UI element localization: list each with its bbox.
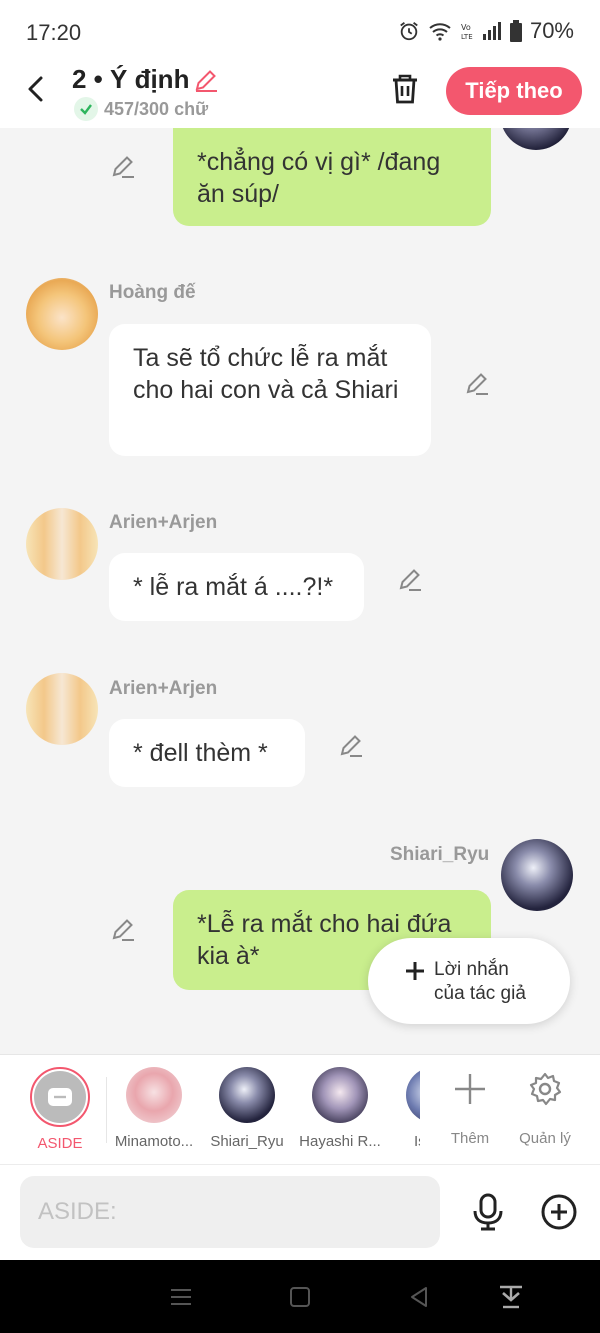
manage-characters-button[interactable]: Quản lý <box>510 1071 580 1147</box>
avatar[interactable] <box>26 278 98 350</box>
avatar <box>406 1067 420 1123</box>
chat-area[interactable]: *chẳng có vị gì* /đang ăn súp/ Hoàng đế … <box>0 128 600 1054</box>
edit-message-icon[interactable] <box>110 153 136 179</box>
more-label: Thêm <box>450 1130 490 1147</box>
message-text: * đell thèm * <box>133 739 268 767</box>
character-label: Shiari_Ryu <box>210 1133 284 1150</box>
battery-icon <box>509 20 522 42</box>
add-character-button[interactable]: Thêm <box>435 1071 505 1147</box>
message-bubble[interactable]: Ta sẽ tổ chức lễ ra mắt cho hai con và c… <box>109 324 431 456</box>
author-note-label: Lời nhắn của tác giả <box>434 959 526 1004</box>
character-item[interactable]: Is <box>388 1067 420 1150</box>
message-input[interactable] <box>20 1176 440 1248</box>
back-icon[interactable] <box>406 1284 432 1310</box>
character-name: Arien+Arjen <box>109 512 218 533</box>
aside-label: ASIDE <box>37 1135 83 1152</box>
character-label: Minamoto... <box>114 1133 194 1150</box>
edit-title-pencil-icon[interactable] <box>193 67 219 93</box>
character-name: Arien+Arjen <box>109 678 218 699</box>
avatar <box>219 1067 275 1123</box>
microphone-icon[interactable] <box>470 1193 506 1231</box>
message-bubble[interactable]: * đell thèm * <box>109 719 305 787</box>
check-icon <box>74 97 98 121</box>
status-icons: Vo LTE 70% <box>398 18 574 44</box>
character-item[interactable]: Hayashi R... <box>295 1067 385 1150</box>
chapter-title[interactable]: 2 • Ý định <box>72 64 219 95</box>
wifi-icon <box>429 23 451 41</box>
message-text: * lễ ra mắt á ....?!* <box>133 573 334 601</box>
back-arrow-icon[interactable] <box>22 74 52 104</box>
avatar[interactable] <box>26 508 98 580</box>
character-label: Hayashi R... <box>299 1133 381 1150</box>
edit-message-icon[interactable] <box>397 566 423 592</box>
svg-text:Vo: Vo <box>461 23 471 32</box>
aside-character[interactable] <box>30 1067 90 1127</box>
chat-bubble-icon <box>34 1071 86 1123</box>
character-name: Hoàng đế <box>109 282 196 303</box>
plus-icon <box>406 962 424 980</box>
plus-icon <box>455 1074 485 1104</box>
menu-icon[interactable] <box>168 1284 194 1310</box>
divider <box>106 1077 107 1143</box>
avatar[interactable] <box>500 128 572 150</box>
character-bar: ASIDE Minamoto... Shiari_Ryu Hayashi R..… <box>0 1054 600 1164</box>
volte-icon: VoLTE <box>461 23 473 41</box>
signal-icon <box>482 22 501 40</box>
message-text: *chẳng có vị gì* /đang ăn súp/ <box>197 148 441 208</box>
avatar <box>126 1067 182 1123</box>
gear-icon <box>529 1072 562 1106</box>
avatar <box>312 1067 368 1123</box>
editor-header: 2 • Ý định 457/300 chữ Tiếp theo <box>0 64 600 128</box>
message-bubble[interactable]: * lễ ra mắt á ....?!* <box>109 553 364 621</box>
message-bubble[interactable]: *chẳng có vị gì* /đang ăn súp/ <box>173 128 491 226</box>
svg-text:LTE: LTE <box>461 33 473 41</box>
word-count: 457/300 chữ <box>74 97 208 121</box>
avatar[interactable] <box>26 673 98 745</box>
avatar[interactable] <box>501 839 573 911</box>
status-time: 17:20 <box>26 20 82 45</box>
character-item[interactable]: Shiari_Ryu <box>202 1067 292 1150</box>
edit-message-icon[interactable] <box>338 732 364 758</box>
character-item[interactable]: Minamoto... <box>109 1067 199 1150</box>
battery-percent: 70% <box>529 18 574 43</box>
hide-keyboard-icon[interactable] <box>498 1284 524 1310</box>
author-note-button[interactable]: Lời nhắn của tác giả <box>368 938 570 1024</box>
character-label: Is <box>414 1133 420 1150</box>
next-button[interactable]: Tiếp theo <box>446 67 582 115</box>
message-text: Ta sẽ tổ chức lễ ra mắt cho hai con và c… <box>133 344 399 404</box>
word-count-text: 457/300 chữ <box>104 98 209 119</box>
edit-message-icon[interactable] <box>464 370 490 396</box>
character-name: Shiari_Ryu <box>390 844 490 865</box>
system-nav-bar <box>0 1260 600 1333</box>
status-bar: 17:20 Vo LTE 70% <box>0 0 600 64</box>
add-circle-icon[interactable] <box>540 1193 578 1231</box>
home-icon[interactable] <box>287 1284 313 1310</box>
input-bar <box>0 1164 600 1260</box>
alarm-icon <box>400 22 418 41</box>
trash-icon[interactable] <box>388 72 422 106</box>
chapter-title-text: 2 • Ý định <box>72 64 190 94</box>
manage-label: Quản lý <box>519 1130 571 1147</box>
edit-message-icon[interactable] <box>110 916 136 942</box>
